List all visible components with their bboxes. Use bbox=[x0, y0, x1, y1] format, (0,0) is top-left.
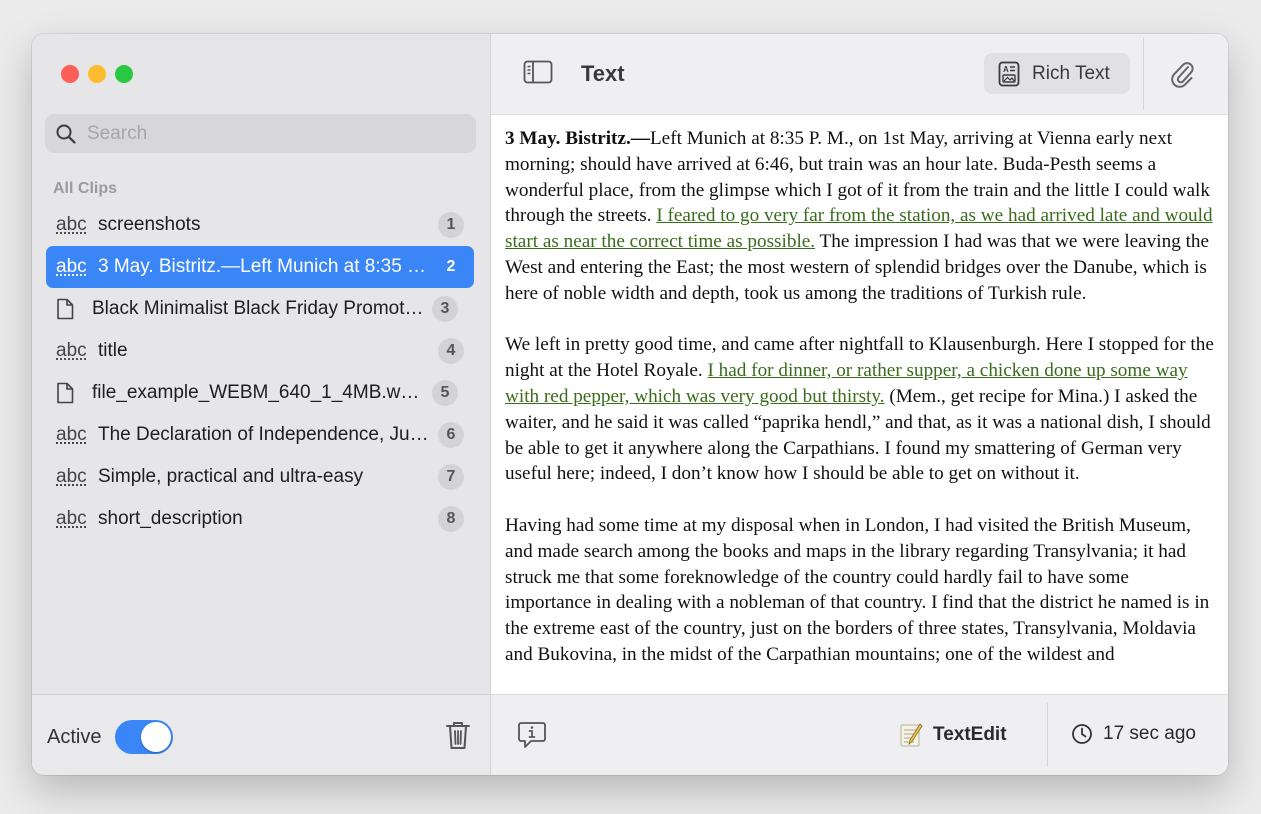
clip-index-badge: 5 bbox=[432, 380, 458, 406]
list-item[interactable]: abc Simple, practical and ultra-easy 7 bbox=[46, 456, 474, 498]
list-item[interactable]: abc The Declaration of Independence, Jul… bbox=[46, 414, 474, 456]
clip-index-badge: 2 bbox=[446, 258, 456, 275]
detail-footer: TextEdit 17 sec ago bbox=[491, 694, 1228, 775]
clip-index-badge: 4 bbox=[438, 338, 464, 364]
clip-index-badge: 7 bbox=[438, 464, 464, 490]
close-window-button[interactable] bbox=[61, 65, 79, 83]
info-icon[interactable] bbox=[517, 720, 547, 750]
list-item[interactable]: Black Minimalist Black Friday Promotion … bbox=[46, 288, 474, 330]
clip-label: file_example_WEBM_640_1_4MB.webm bbox=[92, 382, 426, 403]
search-icon bbox=[56, 124, 76, 144]
clip-index-badge: 3 bbox=[432, 296, 458, 322]
copied-time: 17 sec ago bbox=[1071, 723, 1196, 745]
textedit-app-icon bbox=[900, 723, 923, 747]
sidebar-footer: Active bbox=[32, 694, 490, 775]
minimize-window-button[interactable] bbox=[88, 65, 106, 83]
clip-label: The Declaration of Independence, July 4,… bbox=[98, 424, 432, 445]
active-label: Active bbox=[47, 726, 102, 748]
rich-text-icon: A bbox=[998, 61, 1020, 86]
detail-pane: Text A Rich Text 3 May. Bistritz.—Left M… bbox=[491, 34, 1228, 775]
clip-type-title: Text bbox=[581, 61, 625, 86]
clip-index-badge: 6 bbox=[438, 422, 464, 448]
search-input[interactable] bbox=[85, 121, 469, 146]
trash-icon[interactable] bbox=[445, 720, 471, 750]
footer-divider bbox=[1047, 703, 1048, 767]
text-kind-icon: abc bbox=[56, 424, 87, 445]
clip-label: 3 May. Bistritz.—Left Munich at 8:35 P. … bbox=[98, 256, 432, 277]
paragraph: We left in pretty good time, and came af… bbox=[505, 332, 1217, 487]
search-field[interactable] bbox=[45, 114, 476, 153]
clip-label: screenshots bbox=[98, 214, 201, 235]
zoom-window-button[interactable] bbox=[115, 65, 133, 83]
paragraph: Having had some time at my disposal when… bbox=[505, 514, 1210, 665]
document-icon bbox=[56, 298, 84, 320]
source-app-name: TextEdit bbox=[933, 724, 1007, 745]
toolbar: Text A Rich Text bbox=[491, 34, 1228, 115]
list-item[interactable]: abc short_description 8 bbox=[46, 498, 474, 540]
clip-label: Simple, practical and ultra-easy bbox=[98, 466, 364, 487]
rich-text-button[interactable]: A Rich Text bbox=[984, 53, 1130, 94]
toolbar-divider bbox=[1143, 38, 1144, 110]
clip-index-badge: 8 bbox=[438, 506, 464, 532]
text-kind-icon: abc bbox=[56, 508, 87, 529]
list-item[interactable]: file_example_WEBM_640_1_4MB.webm 5 bbox=[46, 372, 474, 414]
list-item[interactable]: abc screenshots 1 bbox=[46, 204, 474, 246]
section-title: All Clips bbox=[53, 180, 118, 197]
text-kind-icon: abc bbox=[56, 466, 87, 487]
clip-label: title bbox=[98, 340, 128, 361]
svg-text:A: A bbox=[1003, 65, 1009, 74]
active-toggle[interactable] bbox=[115, 720, 173, 754]
text-kind-icon: abc bbox=[56, 214, 87, 235]
paragraph: 3 May. Bistritz.—Left Munich at 8:35 P. … bbox=[505, 126, 1217, 307]
clip-label: short_description bbox=[98, 508, 243, 529]
clip-index-badge: 1 bbox=[438, 212, 464, 238]
text-kind-icon: abc bbox=[56, 256, 87, 277]
clip-list: abc screenshots 1 abc 3 May. Bistritz.—L… bbox=[46, 204, 474, 540]
source-app: TextEdit bbox=[899, 722, 1007, 748]
paperclip-icon[interactable] bbox=[1169, 58, 1195, 88]
sidebar-toggle-icon[interactable] bbox=[523, 60, 553, 84]
list-item-selected[interactable]: abc 3 May. Bistritz.—Left Munich at 8:35… bbox=[46, 246, 474, 288]
list-item[interactable]: abc title 4 bbox=[46, 330, 474, 372]
clipboard-window: All Clips abc screenshots 1 abc 3 May. B… bbox=[32, 34, 1228, 775]
sidebar: All Clips abc screenshots 1 abc 3 May. B… bbox=[32, 34, 491, 775]
time-ago-text: 17 sec ago bbox=[1103, 723, 1196, 744]
clip-label: Black Minimalist Black Friday Promotion bbox=[92, 298, 426, 319]
clock-icon bbox=[1072, 724, 1092, 744]
clip-content[interactable]: 3 May. Bistritz.—Left Munich at 8:35 P. … bbox=[505, 126, 1217, 694]
text-kind-icon: abc bbox=[56, 340, 87, 361]
window-controls bbox=[61, 65, 133, 83]
toggle-knob bbox=[141, 722, 171, 752]
rich-text-label: Rich Text bbox=[1032, 62, 1110, 84]
bold-heading: 3 May. Bistritz.— bbox=[505, 128, 650, 149]
document-icon bbox=[56, 382, 84, 404]
